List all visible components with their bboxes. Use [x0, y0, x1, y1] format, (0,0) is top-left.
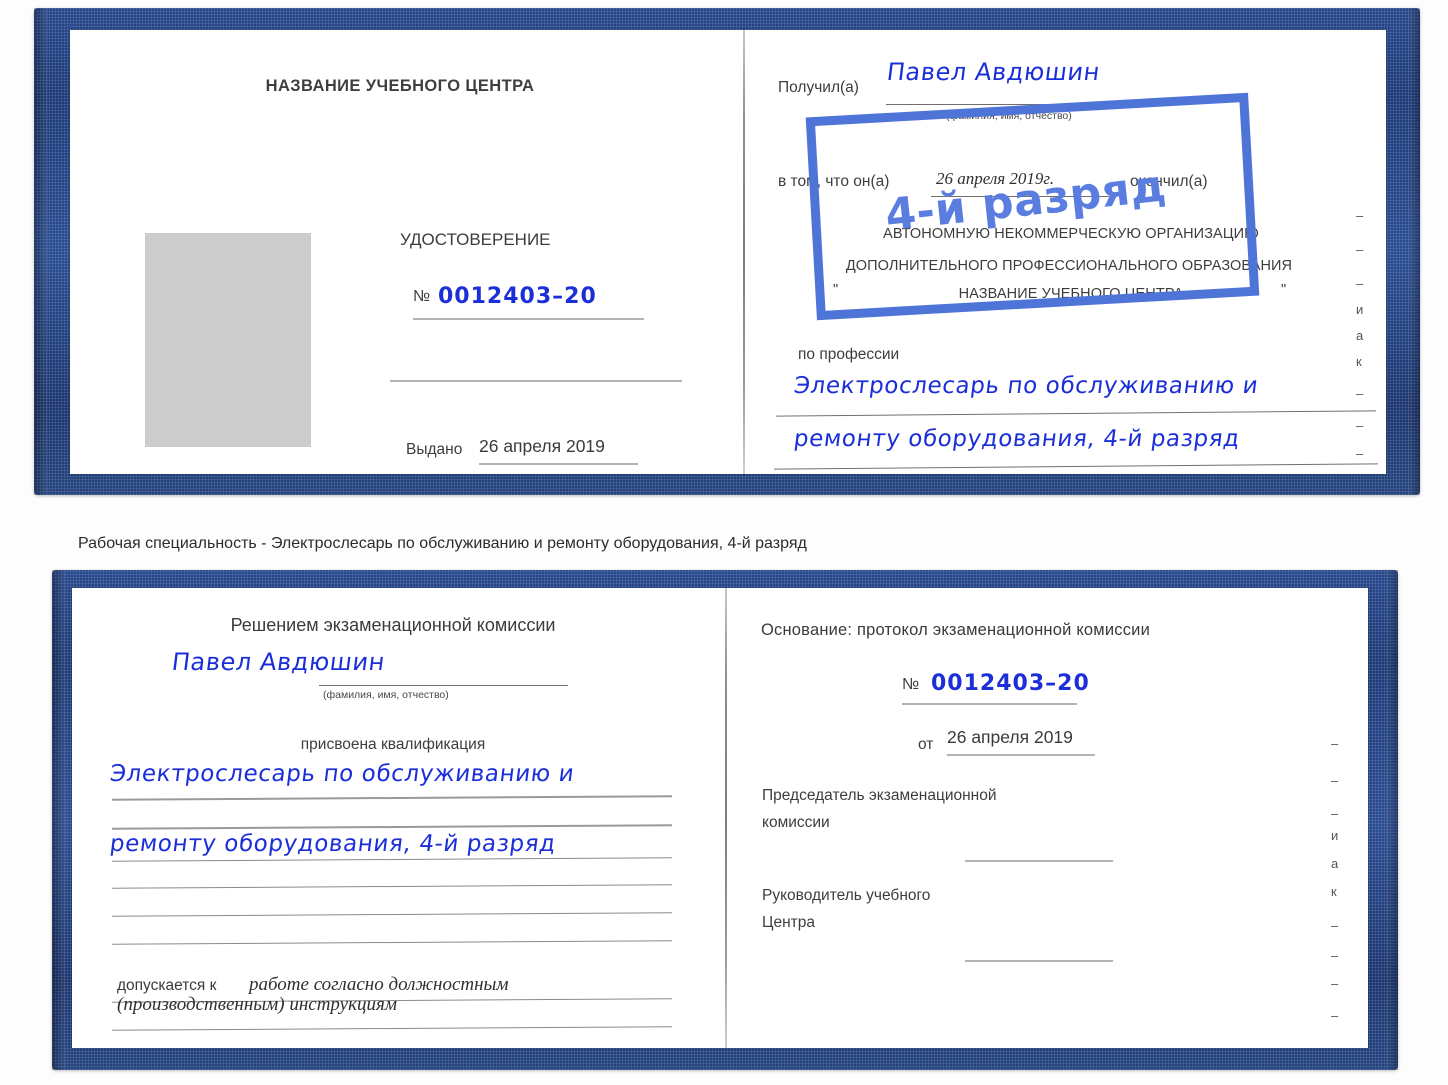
edge-glyph-b-8: –: [1331, 976, 1339, 991]
issued-value: 26 апреля 2019: [479, 436, 605, 456]
certificate-bottom-left-page: Решением экзаменационной комиссии Павел …: [72, 588, 714, 1048]
edge-glyph-b-0: –: [1331, 736, 1339, 751]
edge-glyph-8: –: [1356, 446, 1364, 461]
edge-glyph-6: –: [1356, 386, 1364, 401]
edge-glyph-2: –: [1356, 276, 1364, 291]
protocol-date-rule: [947, 754, 1095, 756]
edge-glyph-b-1: –: [1331, 773, 1339, 788]
profession-label: по профессии: [798, 346, 900, 363]
qualification-rule-4: [112, 884, 672, 890]
qualification-rule-2: [112, 824, 672, 830]
qualification-line-1: Электрослесарь по обслуживанию и: [108, 761, 576, 787]
profession-line-1: Электрослесарь по обслуживанию и: [792, 373, 1260, 399]
head-signature-rule: [965, 960, 1113, 962]
admitted-value-line-1: работе согласно должностным: [249, 974, 509, 995]
certificate-number-value: 0012403–20: [438, 284, 597, 309]
qualification-line-2: ремонту оборудования, 4-й разряд: [108, 831, 558, 857]
qualification-rule-5: [112, 912, 672, 918]
organization-quote-close: ": [1281, 282, 1287, 298]
commission-decision-header: Решением экзаменационной комиссии: [230, 615, 556, 635]
book-spine-bottom: [725, 588, 727, 1048]
qualification-rule-1: [112, 795, 672, 801]
graduate-name-hint: (фамилия, имя, отчество): [323, 689, 449, 701]
image-caption: Рабочая специальность - Электрослесарь п…: [78, 535, 807, 552]
received-label: Получил(а): [778, 79, 859, 96]
qualification-rule-6: [112, 940, 672, 946]
certificate-top-left-page: НАЗВАНИЕ УЧЕБНОГО ЦЕНТРА УДОСТОВЕРЕНИЕ №…: [70, 30, 730, 474]
edge-glyph-0: –: [1356, 208, 1364, 223]
certificate-title: УДОСТОВЕРЕНИЕ: [400, 230, 551, 249]
certificate-bottom: Решением экзаменационной комиссии Павел …: [52, 570, 1398, 1070]
edge-glyph-4: а: [1356, 328, 1364, 343]
issued-label: Выдано: [406, 441, 463, 458]
protocol-date-value: 26 апреля 2019: [947, 727, 1073, 747]
edge-glyph-b-7: –: [1331, 948, 1339, 963]
head-label-line-1: Руководитель учебного: [762, 887, 931, 904]
edge-glyph-7: –: [1356, 418, 1364, 433]
chairman-signature-rule: [965, 860, 1113, 862]
rank-stamp-text: 4-й разряд: [883, 160, 1170, 242]
certificate-number-symbol: №: [413, 288, 431, 305]
received-value: Павел Авдюшин: [885, 58, 1102, 86]
edge-glyph-b-2: –: [1331, 806, 1339, 821]
admitted-label: допускается к: [117, 977, 217, 994]
rank-stamp: 4-й разряд: [805, 92, 1260, 321]
edge-glyph-b-6: –: [1331, 918, 1339, 933]
qualification-label: присвоена квалификация: [300, 736, 486, 753]
graduate-name-rule: [319, 685, 568, 687]
admitted-value-line-2: (производственным) инструкциям: [117, 994, 397, 1015]
certificate-number-rule: [413, 318, 644, 320]
admitted-rule-2: [112, 1026, 672, 1032]
blank-rule-left-page: [390, 380, 682, 382]
qualification-rule-3: [112, 857, 672, 863]
protocol-number-symbol: №: [902, 676, 920, 693]
certificate-bottom-pages: Решением экзаменационной комиссии Павел …: [72, 588, 1368, 1048]
edge-glyph-3: и: [1356, 302, 1364, 317]
protocol-number-value: 0012403–20: [931, 671, 1090, 696]
photo-placeholder: [145, 233, 311, 447]
edge-glyph-b-5: к: [1331, 884, 1337, 899]
certificate-bottom-right-page: Основание: протокол экзаменационной коми…: [739, 588, 1368, 1048]
chairman-label-line-1: Председатель экзаменационной: [762, 787, 997, 804]
head-label-line-2: Центра: [762, 914, 815, 931]
chairman-label-line-2: комиссии: [762, 814, 830, 831]
book-spine-top: [743, 30, 745, 474]
profession-line-2: ремонту оборудования, 4-й разряд: [792, 426, 1242, 452]
profession-rule-1: [776, 410, 1376, 417]
edge-glyph-b-9: –: [1331, 1008, 1339, 1023]
edge-glyph-5: к: [1356, 354, 1362, 369]
basis-label: Основание: протокол экзаменационной коми…: [761, 621, 1151, 639]
graduate-name-value: Павел Авдюшин: [170, 648, 387, 676]
edge-glyph-b-3: и: [1331, 828, 1339, 843]
issued-rule: [479, 463, 638, 465]
edge-glyph-b-4: а: [1331, 856, 1339, 871]
edge-glyph-1: –: [1356, 242, 1364, 257]
profession-rule-2: [774, 463, 1378, 470]
protocol-date-label: от: [918, 736, 934, 753]
certificate-top: НАЗВАНИЕ УЧЕБНОГО ЦЕНТРА УДОСТОВЕРЕНИЕ №…: [34, 8, 1420, 495]
training-center-header: НАЗВАНИЕ УЧЕБНОГО ЦЕНТРА: [265, 77, 535, 95]
protocol-number-rule: [902, 703, 1077, 705]
